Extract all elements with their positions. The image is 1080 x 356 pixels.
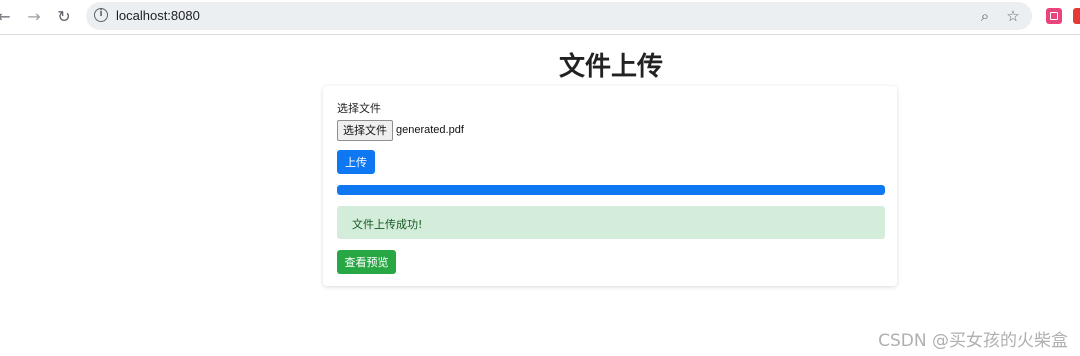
file-label: 选择文件	[337, 102, 381, 115]
extension-icon[interactable]	[1046, 8, 1062, 24]
info-icon[interactable]: i	[94, 8, 108, 22]
reload-icon[interactable]: ↻	[52, 4, 76, 28]
success-alert: 文件上传成功!	[337, 206, 885, 239]
page-title: 文件上传	[558, 52, 663, 82]
star-icon[interactable]: ☆	[1004, 7, 1022, 25]
back-icon[interactable]: ←	[0, 4, 16, 28]
url-text[interactable]: localhost:8080	[116, 8, 200, 23]
upload-card: 选择文件 选择文件 generated.pdf 上传 文件上传成功! 查看预览	[323, 86, 897, 286]
watermark: CSDN @买女孩的火柴盒	[878, 331, 1068, 351]
upload-progress-fill	[337, 185, 885, 195]
success-message: 文件上传成功!	[352, 218, 423, 231]
upload-progress-bar	[337, 185, 885, 195]
choose-file-button[interactable]: 选择文件	[337, 119, 393, 141]
upload-button[interactable]: 上传	[337, 150, 375, 174]
selected-file-name: generated.pdf	[396, 124, 464, 136]
view-preview-button[interactable]: 查看预览	[337, 250, 396, 274]
address-bar[interactable]: i localhost:8080 ⌕ ☆	[86, 2, 1032, 30]
zoom-icon[interactable]: ⌕	[976, 7, 994, 25]
forward-icon[interactable]: →	[22, 4, 46, 28]
browser-toolbar: ← → ↻ i localhost:8080 ⌕ ☆	[0, 0, 1080, 35]
file-input[interactable]: 选择文件 generated.pdf	[337, 119, 464, 141]
profile-icon[interactable]	[1073, 8, 1080, 24]
